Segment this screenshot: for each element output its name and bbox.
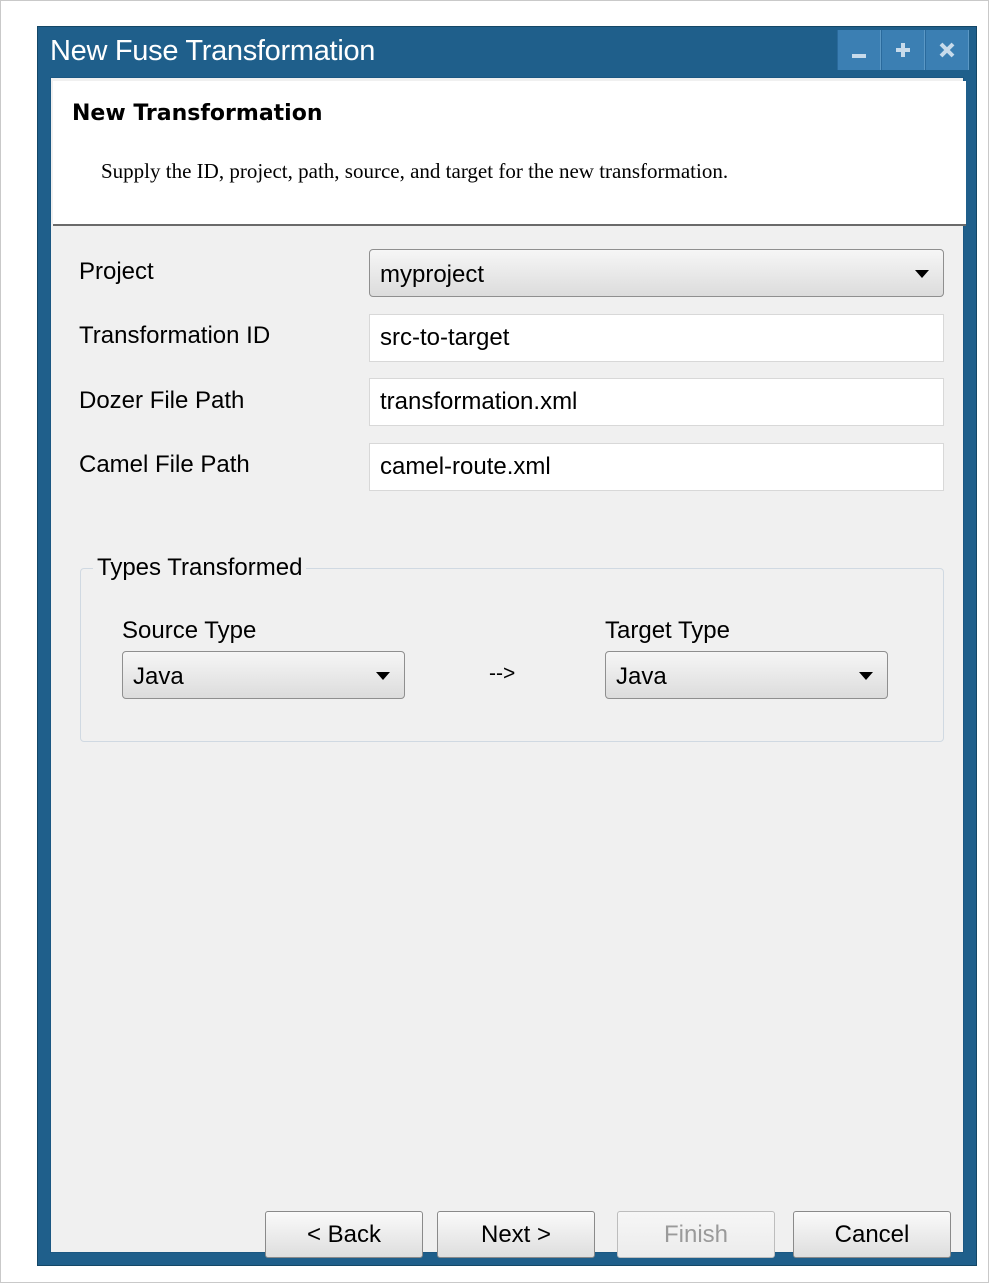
camel-file-path-label: Camel File Path	[79, 451, 250, 478]
banner-title: New Transformation	[72, 101, 323, 126]
dialog-client-area: New Transformation Supply the ID, projec…	[50, 77, 966, 1258]
plus-icon	[896, 43, 910, 57]
source-type-label: Source Type	[122, 617, 257, 644]
window-controls	[837, 30, 969, 70]
project-combo[interactable]: myproject	[369, 249, 944, 297]
cancel-button[interactable]: Cancel	[793, 1211, 951, 1258]
types-transformed-legend: Types Transformed	[93, 554, 307, 582]
camel-file-path-input[interactable]	[369, 443, 944, 491]
close-icon	[939, 42, 955, 58]
chevron-down-icon	[376, 672, 390, 680]
window-title: New Fuse Transformation	[50, 35, 376, 67]
source-type-value: Java	[133, 663, 184, 690]
title-bar[interactable]: New Fuse Transformation	[38, 27, 976, 77]
next-button[interactable]: Next >	[437, 1211, 595, 1258]
dozer-file-path-input[interactable]	[369, 378, 944, 426]
finish-button[interactable]: Finish	[617, 1211, 775, 1258]
minimize-button[interactable]	[837, 30, 881, 70]
close-button[interactable]	[925, 30, 969, 70]
project-label: Project	[79, 258, 154, 285]
dialog-window: New Fuse Transformation New Transformati…	[37, 26, 977, 1266]
dozer-file-path-label: Dozer File Path	[79, 387, 245, 414]
banner-description: Supply the ID, project, path, source, an…	[101, 159, 729, 183]
back-button[interactable]: < Back	[265, 1211, 423, 1258]
project-combo-value: myproject	[380, 261, 485, 288]
source-type-combo[interactable]: Java	[122, 651, 405, 699]
wizard-banner: New Transformation Supply the ID, projec…	[53, 81, 966, 226]
types-transformed-group: Types Transformed Source Type Java --> T…	[80, 554, 944, 742]
minimize-icon	[852, 54, 866, 58]
chevron-down-icon	[915, 270, 929, 278]
target-type-value: Java	[616, 663, 667, 690]
chevron-down-icon	[859, 672, 873, 680]
transformation-id-label: Transformation ID	[79, 322, 271, 349]
transformation-id-input[interactable]	[369, 314, 944, 362]
target-type-label: Target Type	[605, 617, 730, 644]
transform-arrow: -->	[489, 662, 516, 685]
target-type-combo[interactable]: Java	[605, 651, 888, 699]
maximize-button[interactable]	[881, 30, 925, 70]
